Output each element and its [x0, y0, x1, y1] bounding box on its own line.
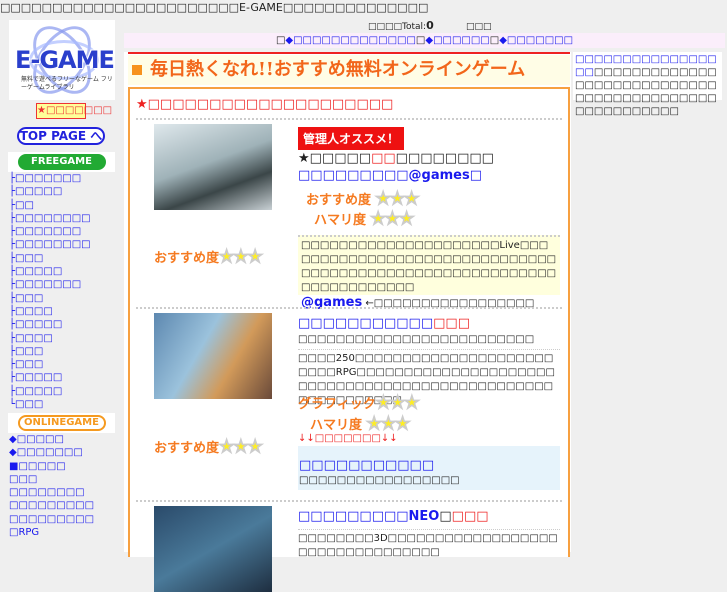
- sidebar-item[interactable]: ■□□□□□: [9, 460, 94, 473]
- sidebar-item[interactable]: ├□□□: [9, 292, 91, 305]
- sidebar-item[interactable]: □□□: [9, 473, 94, 486]
- sidebar-item[interactable]: ├□□□□□□□: [9, 225, 91, 238]
- rating-recommend: おすすめ度 ★★★: [306, 189, 420, 210]
- sidebar-item[interactable]: ├□□□□□: [9, 265, 91, 278]
- star-rating-icon: ★★★: [375, 189, 420, 210]
- game-title-link[interactable]: □□□□□□□□□□□: [298, 316, 433, 331]
- star-rating-icon: ★★★: [219, 437, 264, 458]
- nav-bar: □◆□□□□□□□□□□□□□□◆□□□□□□□◆□□□□□□□: [124, 33, 725, 48]
- sidebar-item[interactable]: ├□□□□□: [9, 185, 91, 198]
- sidebar-item[interactable]: ├□□□: [9, 358, 91, 371]
- sidebar-item[interactable]: □□□□□□□□: [9, 486, 94, 499]
- game-thumbnail[interactable]: [154, 313, 272, 399]
- related-link[interactable]: □□□□□□□□□□□: [299, 458, 559, 473]
- sidebar-item[interactable]: ├□□□□□□□□: [9, 212, 91, 225]
- rating-addiction: ハマリ度 ★★★: [314, 209, 415, 230]
- site-logo[interactable]: E-GAME 無料で遊べるフリーなゲーム フリーゲームライブラリ: [9, 20, 115, 100]
- sidebar-item[interactable]: ├□□□□□: [9, 385, 91, 398]
- freegame-label: FREEGAME: [17, 154, 106, 170]
- divider: [128, 52, 570, 54]
- sidebar-item[interactable]: ├□□□□□: [9, 371, 91, 384]
- game-thumbnail[interactable]: [154, 506, 272, 592]
- counter-value: 0: [426, 19, 434, 32]
- onlinegame-menu: ◆□□□□□ ◆□□□□□□□ ■□□□□□ □□□ □□□□□□□□ □□□□□□□□□…: [9, 433, 94, 539]
- game-catch: ★□□□□□□□□□□□□□□□: [298, 151, 494, 166]
- nav-link-3[interactable]: ◆□□□□□□□: [499, 35, 573, 46]
- logo-text: E-GAME: [15, 46, 115, 74]
- game-list: ★□□□□□□□□□□□□□□□□□□□□ 管理人オススメ！ ★□□□□□□□□…: [128, 87, 570, 592]
- sidebar-item[interactable]: ◆□□□□□□□: [9, 446, 94, 459]
- sidebar-item[interactable]: □□□□□□□□□: [9, 499, 94, 512]
- onlinegame-label: ONLINEGAME: [17, 415, 106, 431]
- star-rating-icon: ★★★: [366, 414, 411, 435]
- sidebar-item[interactable]: ├□□□□: [9, 332, 91, 345]
- sidebar-item[interactable]: ├□□□□□□□: [9, 278, 91, 291]
- sidebar-item[interactable]: ├□□□: [9, 345, 91, 358]
- recommend-badge: 管理人オススメ！: [298, 127, 405, 150]
- divider: [136, 118, 562, 120]
- game-subtitle: □□□□□□□□□□□□□□□□□□□□□□□□□: [298, 334, 535, 345]
- square-bullet-icon: [132, 65, 142, 75]
- counter-label: □□: [368, 22, 386, 32]
- sidebar-item[interactable]: ├□□□□□□□: [9, 172, 91, 185]
- sidebar-item[interactable]: ├□□□□: [9, 305, 91, 318]
- rating-overall: おすすめ度★★★: [154, 247, 264, 268]
- star-rating-icon: ★★★: [219, 247, 264, 268]
- freegame-menu: ├□□□□□□□ ├□□□□□ ├□□ ├□□□□□□□□ ├□□□□□□□ ├□□□□□…: [9, 172, 91, 411]
- rating-addiction: ハマリ度 ★★★: [310, 414, 411, 435]
- site-description: □□□□□□□□□□□□□□□□□□□□□□□E-GAME□□□□□□□□□□□…: [0, 1, 429, 14]
- sidebar-item[interactable]: ◆□□□□□: [9, 433, 94, 446]
- divider: [136, 307, 562, 309]
- arrow-note: ↓↓□□□□□□□↓↓: [298, 433, 398, 444]
- sidebar-item[interactable]: ├□□□: [9, 252, 91, 265]
- sidebar-item[interactable]: └□□□: [9, 398, 91, 411]
- rating-overall: おすすめ度★★★: [154, 437, 264, 458]
- logo-tagline: 無料で遊べるフリーなゲーム フリーゲームライブラリ: [21, 76, 113, 91]
- section-heading: ★□□□□□□□□□□□□□□□□□□□□: [136, 97, 394, 112]
- counter-suffix: □□□: [466, 22, 492, 32]
- right-info: □□□□□□□□□□□□□□□□□□□□□□□□□□□□□□□□□□□□□□□□…: [573, 52, 722, 117]
- nav-link-1[interactable]: ◆□□□□□□□□□□□□□: [285, 35, 416, 46]
- sidebar-item[interactable]: ├□□: [9, 199, 91, 212]
- game-title-link[interactable]: □□□□□□□□□@games□: [298, 168, 482, 183]
- new-link[interactable]: ★□□□□□□□: [36, 103, 112, 119]
- freegame-banner: FREEGAME: [8, 152, 115, 172]
- game-title: □□□□□□□□□□□□□□: [298, 316, 470, 331]
- sidebar-item[interactable]: □RPG: [9, 526, 94, 539]
- star-rating-icon: ★★★: [370, 209, 415, 230]
- game-thumbnail[interactable]: [154, 124, 272, 210]
- sidebar-item[interactable]: □□□□□□□□□: [9, 513, 94, 526]
- nav-prefix: □: [275, 35, 286, 46]
- onlinegame-banner: ONLINEGAME: [8, 413, 115, 433]
- page-title: 毎日熱くなれ!!おすすめ無料オンラインゲーム: [128, 55, 570, 85]
- game-title-link[interactable]: □□□□□□□□□NEO: [298, 509, 439, 524]
- game-title: □□□□□□□□□NEO□□□□: [298, 509, 489, 524]
- nav-link-2[interactable]: ◆□□□□□□: [425, 35, 489, 46]
- star-rating-icon: ★★★: [375, 393, 420, 414]
- sidebar-item[interactable]: ├□□□□□: [9, 318, 91, 331]
- divider: [136, 500, 562, 502]
- related-box: □□□□□□□□□□□ □□□□□□□□□□□□□□□□□: [298, 446, 560, 490]
- game-description: □□□□□□□□□□□□□□□□□□□□□Live□□□□□□□□□□□□□□□…: [298, 235, 560, 310]
- right-text: □□□□□□□□□□□□□□□□□□□□□□□□□□□□□□□□□□□□□□□□…: [575, 67, 717, 117]
- counter-total-label: □□Total:: [385, 22, 427, 32]
- rating-graphics: グラフィック★★★: [298, 393, 420, 414]
- top-page-button[interactable]: TOP PAGE へ: [17, 127, 105, 145]
- access-counter: □□□□Total:0: [368, 19, 434, 32]
- sidebar-item[interactable]: ├□□□□□□□□: [9, 238, 91, 251]
